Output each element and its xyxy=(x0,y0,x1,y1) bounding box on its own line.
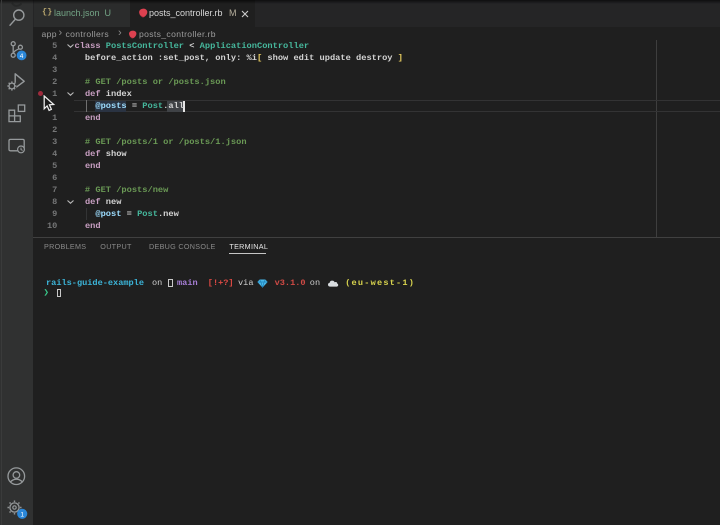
svg-text:4: 4 xyxy=(20,53,24,60)
svg-text:1: 1 xyxy=(20,512,24,519)
